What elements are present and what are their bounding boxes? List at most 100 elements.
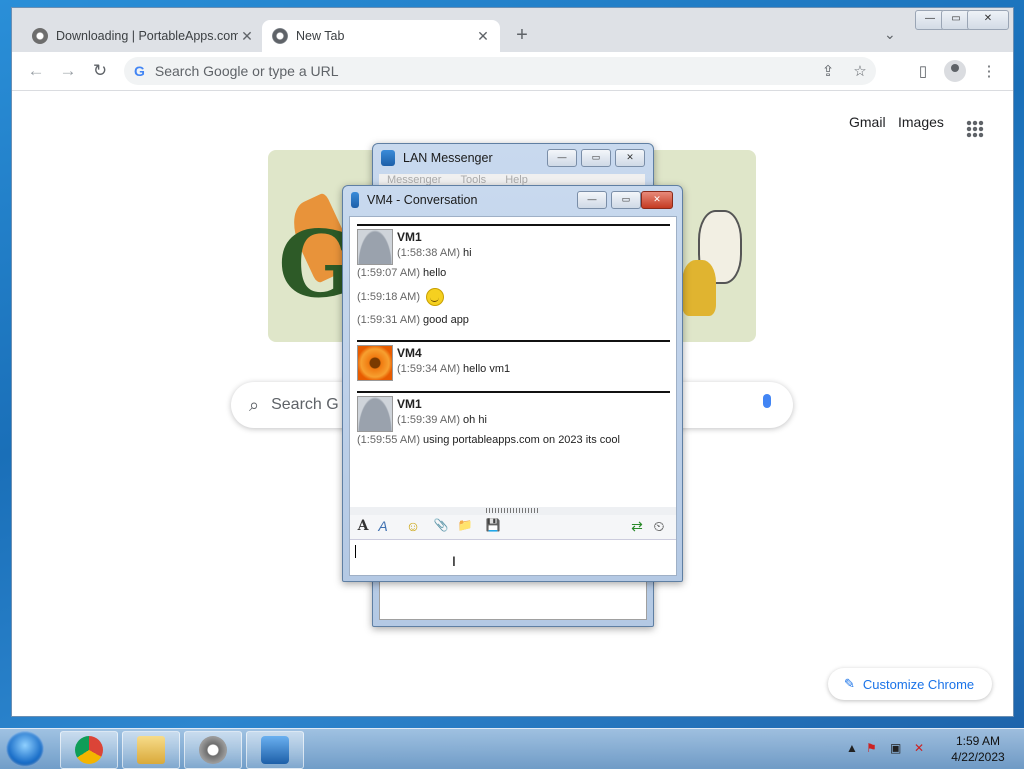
chrome-favicon-icon (272, 28, 288, 44)
reload-button[interactable]: ↻ (88, 61, 112, 81)
tab-search-chevron-icon[interactable]: ⌄ (884, 26, 896, 43)
new-tab-button[interactable]: + (510, 24, 534, 47)
maximize-button[interactable]: ▭ (611, 191, 641, 209)
message-line: (1:59:55 AM) using portableapps.com on 2… (357, 434, 620, 446)
portableapps-icon (199, 736, 227, 764)
message-input[interactable] (350, 540, 676, 574)
forward-button[interactable]: → (56, 61, 80, 81)
sender-name: VM1 (397, 397, 422, 411)
doodle-plant (682, 260, 716, 316)
smiley-emoji-icon (426, 288, 445, 306)
share-icon[interactable]: ⇪ (812, 62, 844, 80)
conversation-window[interactable]: VM4 - Conversation — ▭ ✕ VM1 (1:58:38 AM… (342, 185, 683, 582)
font-icon[interactable]: A (354, 518, 372, 534)
tab-downloading[interactable]: Downloading | PortableApps.com ✕ (22, 20, 264, 52)
splitter-grip[interactable] (350, 507, 676, 515)
ibeam-cursor-icon: I (452, 553, 456, 569)
browser-toolbar: ← → ↻ G Search Google or type a URL ⇪ ☆ … (12, 52, 1013, 91)
close-button[interactable]: ✕ (615, 149, 645, 167)
taskbar-chrome[interactable] (60, 731, 118, 769)
microphone-icon[interactable] (763, 394, 771, 408)
minimize-button[interactable]: — (547, 149, 577, 167)
close-button[interactable]: ✕ (967, 10, 1009, 30)
conversation-body: VM1 (1:58:38 AM) hi (1:59:07 AM) hello (… (349, 216, 677, 576)
customize-chrome-label: Customize Chrome (862, 676, 975, 692)
message-text: hi (463, 247, 472, 259)
tab-close-icon[interactable]: ✕ (474, 28, 492, 45)
volume-muted-icon[interactable]: ✕ (914, 741, 924, 755)
show-hidden-icons-icon[interactable]: ▲ (846, 741, 858, 755)
bookmark-star-icon[interactable]: ☆ (844, 62, 876, 80)
tab-strip: Downloading | PortableApps.com ✕ New Tab… (12, 8, 1013, 52)
profile-avatar-icon[interactable] (944, 60, 966, 82)
attach-file-icon[interactable]: 📎 (432, 518, 450, 532)
message-text: using portableapps.com on 2023 its cool (423, 434, 620, 446)
message-text: oh hi (463, 414, 487, 426)
timestamp: (1:59:07 AM) (357, 267, 420, 279)
omnibox[interactable]: G Search Google or type a URL ⇪ ☆ (124, 57, 876, 85)
google-apps-grid-icon[interactable] (966, 120, 984, 138)
close-button[interactable]: ✕ (641, 191, 673, 209)
message-line: (1:59:18 AM) (357, 288, 445, 306)
sender-name: VM1 (397, 230, 422, 244)
tab-close-icon[interactable]: ✕ (238, 28, 256, 45)
message-block: VM4 (1:59:34 AM) hello vm1 (357, 340, 670, 388)
taskbar: ▲ ⚑ ▣ ✕ 1:59 AM 4/22/2023 (0, 728, 1024, 769)
attach-folder-icon[interactable]: 📁 (456, 518, 474, 532)
taskbar-explorer[interactable] (122, 731, 180, 769)
portableapps-favicon-icon (32, 28, 48, 44)
google-g-icon: G (134, 63, 145, 79)
lan-messenger-icon (261, 736, 289, 764)
conversation-titlebar[interactable]: VM4 - Conversation (351, 192, 477, 208)
images-link[interactable]: Images (898, 114, 944, 130)
search-icon: ⌕ (249, 394, 260, 415)
minimize-button[interactable]: — (577, 191, 607, 209)
default-user-avatar (357, 229, 393, 265)
sender-name: VM4 (397, 346, 422, 360)
history-icon[interactable]: ⏲ (650, 518, 668, 535)
timestamp: (1:59:34 AM) (397, 363, 460, 375)
tab-title: Downloading | PortableApps.com (56, 29, 238, 43)
start-button[interactable] (6, 731, 44, 767)
back-button[interactable]: ← (24, 61, 48, 81)
search-placeholder[interactable]: Search G (271, 396, 339, 414)
system-clock[interactable]: 1:59 AM 4/22/2023 (938, 733, 1018, 765)
clock-time: 1:59 AM (955, 734, 1001, 748)
message-line: (1:59:31 AM) good app (357, 314, 469, 326)
network-icon[interactable]: ▣ (890, 741, 901, 755)
taskbar-lan-messenger[interactable] (246, 731, 304, 769)
tab-new-tab[interactable]: New Tab ✕ (262, 20, 500, 52)
conversation-icon (351, 192, 359, 208)
menu-kebab-icon[interactable]: ⋮ (978, 62, 1000, 80)
emoticon-icon[interactable]: ☺ (404, 518, 422, 534)
timestamp: (1:59:39 AM) (397, 414, 460, 426)
message-text: hello vm1 (463, 363, 511, 375)
side-panel-icon[interactable]: ▯ (912, 62, 934, 80)
default-user-avatar (357, 396, 393, 432)
flower-avatar (357, 345, 393, 381)
lan-messenger-title: LAN Messenger (403, 151, 493, 165)
gmail-link[interactable]: Gmail (849, 114, 886, 130)
timestamp: (1:59:31 AM) (357, 314, 420, 326)
font-color-icon[interactable]: A (374, 518, 392, 534)
action-center-flag-icon[interactable]: ⚑ (866, 741, 877, 755)
text-caret (355, 545, 356, 558)
file-transfers-icon[interactable]: ⇄ (628, 518, 646, 535)
omnibox-placeholder[interactable]: Search Google or type a URL (155, 63, 812, 79)
pencil-icon: ✎ (844, 676, 855, 691)
message-block: VM1 (1:58:38 AM) hi (1:59:07 AM) hello (… (357, 224, 670, 336)
message-text: good app (423, 314, 469, 326)
lan-messenger-icon (381, 150, 395, 166)
message-line: (1:59:07 AM) hello (357, 267, 446, 279)
folder-icon (137, 736, 165, 764)
message-text: hello (423, 267, 447, 279)
lan-messenger-titlebar[interactable]: LAN Messenger (381, 150, 493, 166)
maximize-button[interactable]: ▭ (581, 149, 611, 167)
chrome-icon (75, 736, 103, 764)
message-line: (1:59:34 AM) hello vm1 (397, 363, 510, 375)
timestamp: (1:58:38 AM) (397, 247, 460, 259)
customize-chrome-button[interactable]: ✎ Customize Chrome (828, 668, 992, 700)
taskbar-portableapps[interactable] (184, 731, 242, 769)
message-block: VM1 (1:59:39 AM) oh hi (1:59:55 AM) usin… (357, 391, 670, 463)
save-icon[interactable]: 💾 (484, 518, 502, 532)
